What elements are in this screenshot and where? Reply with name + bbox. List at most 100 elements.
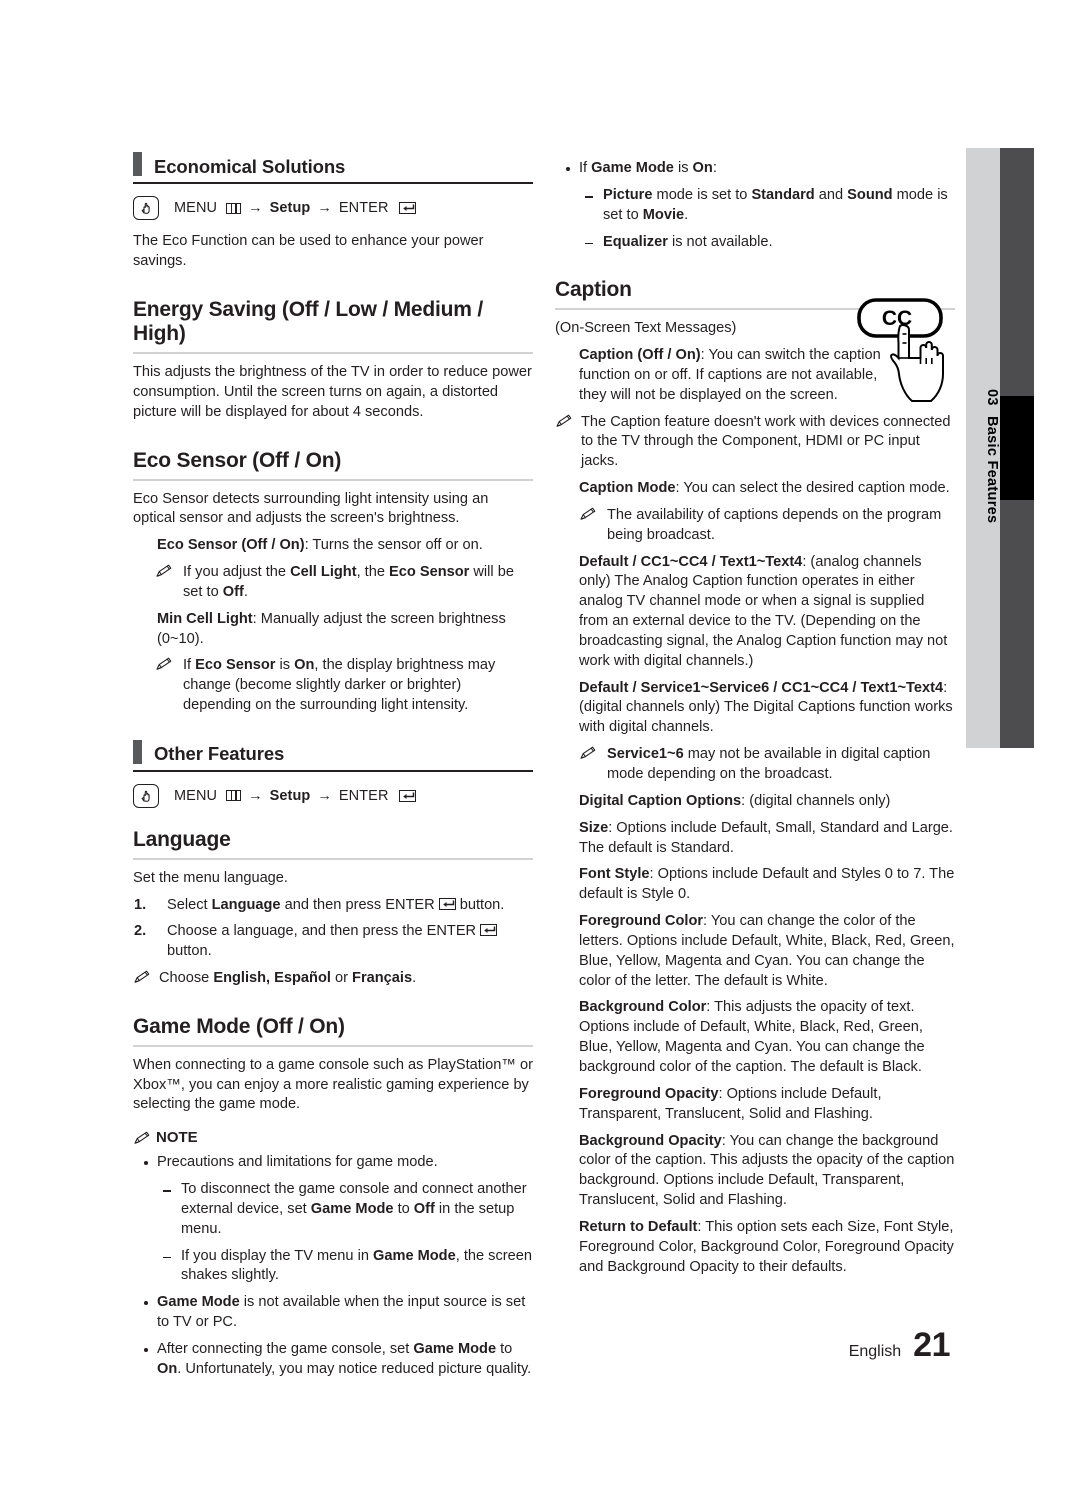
page-footer: English 21 [700,1326,951,1365]
step-number: 1. [134,896,147,913]
caption-item: Background Color: This adjusts the opaci… [579,999,925,1075]
eco-sensor-item: If you adjust the Cell Light, the Eco Se… [133,563,533,603]
game-mode-list: Precautions and limitations for game mod… [133,1153,533,1379]
game-mode-cont-item: Picture mode is set to Standard and Soun… [555,186,955,226]
round-bullet [144,1347,148,1352]
enter-return-icon [438,897,456,910]
caption-item: Caption (Off / On): You can switch the c… [579,346,881,403]
band-title: Economical Solutions [154,155,346,177]
left-column: Economical Solutions MENU → Setup → ENTE… [133,152,533,1380]
caption-list: Caption (Off / On): You can switch the c… [555,346,955,1277]
language-step-item: 2. Choose a language, and then press the … [133,922,533,962]
language-note: Choose English, Español or Français. [133,969,533,989]
game-mode-item: If you display the TV menu in Game Mode,… [133,1247,533,1287]
caption-item: Background Opacity: You can change the b… [579,1132,955,1209]
menu-label: MENU [174,200,218,216]
eco-sensor-item: If Eco Sensor is On, the display brightn… [133,656,533,716]
note-pencil-icon [579,507,597,521]
section-band-economical-solutions: Economical Solutions [133,152,533,176]
eco-sensor-item: Eco Sensor (Off / On): Turns the sensor … [157,537,483,554]
eco-function-intro: The Eco Function can be used to enhance … [133,233,484,269]
round-bullet [144,1161,148,1166]
caption-item: Caption Mode: You can select the desired… [579,480,950,497]
game-mode-cont-item: If Game Mode is On: [555,159,955,179]
note-pencil-icon [579,746,597,760]
note-pencil-icon [155,657,173,671]
energy-saving-body: This adjusts the brightness of the TV in… [133,364,532,420]
footer-page-number: 21 [913,1326,950,1364]
menu-path-setup-1: MENU → Setup → ENTER [133,196,533,220]
note-label: NOTE [156,1129,198,1147]
step-number: 2. [134,923,147,940]
caption-item: Font Style: Options include Default and … [579,866,955,903]
caption-item: Default / Service1~Service6 / CC1~CC4 / … [579,679,953,736]
note-pencil-icon [555,414,573,428]
game-mode-continued-list: If Game Mode is On: Picture mode is set t… [555,159,955,252]
section-band-other-features: Other Features [133,739,533,765]
chapter-tab-marker [1000,396,1034,500]
game-mode-body: When connecting to a game console such a… [133,1056,533,1113]
setup-label: Setup [269,787,311,804]
round-bullet [566,167,570,171]
note-pencil-icon [133,970,151,984]
note-heading: NOTE [133,1129,533,1146]
dash-bullet [585,195,593,198]
dash-bullet [585,242,593,245]
language-intro: Set the menu language. [133,869,288,886]
caption-item: Return to Default: This option sets each… [579,1218,954,1275]
menu-label: MENU [174,787,218,804]
footer-language: English [848,1343,902,1360]
chapter-number: 03 [984,388,1000,406]
enter-label: ENTER [338,200,389,216]
language-steps-list: 1. Select Language and then press ENTER b… [133,896,533,963]
eco-sensor-list: Eco Sensor (Off / On): Turns the sensor … [133,536,533,716]
caption-item: The availability of captions depends on … [555,506,955,546]
heading-language: Language [133,828,533,860]
note-pencil-icon [133,1131,151,1145]
eco-sensor-item: Min Cell Light: Manually adjust the scre… [157,610,506,647]
enter-return-icon [398,202,416,214]
caption-item: Foreground Color: You can change the col… [579,913,955,989]
dash-bullet [163,1190,171,1192]
band-accent-bar [133,739,142,764]
path-arrow-2: → [317,787,332,804]
caption-item: Foreground Opacity: Options include Defa… [579,1085,882,1122]
note-pencil-icon [155,564,173,578]
language-note-item: Choose English, Español or Français. [133,969,533,989]
path-arrow-1: → [248,787,263,804]
game-mode-cont-item: Equalizer is not available. [555,233,955,253]
path-arrow-2: → [317,200,332,216]
caption-item: Service1~6 may not be available in digit… [555,745,955,785]
menu-bars-icon [226,790,242,802]
enter-return-icon [480,924,498,937]
game-mode-item: To disconnect the game console and conne… [133,1180,533,1240]
caption-item: Digital Caption Options: (digital channe… [579,792,891,809]
round-bullet [144,1301,148,1306]
path-arrow-1: → [248,200,263,216]
cc-button-illustration: CC [853,296,963,421]
manual-page: Economical Solutions MENU → Setup → ENTE… [0,0,1080,1494]
menu-path-setup-2: MENU → Setup → ENTER [133,783,533,808]
caption-item: The Caption feature doesn't work with de… [555,413,955,473]
game-mode-item: Game Mode is not available when the inpu… [133,1293,533,1333]
dash-bullet [163,1256,171,1259]
chapter-title: Basic Features [984,415,1000,524]
caption-item: Size: Options include Default, Small, St… [579,819,953,856]
chapter-tab-text: 03 Basic Features [966,148,1000,748]
game-mode-item: After connecting the game console, set G… [133,1340,533,1380]
heading-eco-sensor: Eco Sensor (Off / On) [133,449,533,481]
hand-press-icon [133,783,159,808]
game-mode-item: Precautions and limitations for game mod… [133,1153,533,1173]
band-rule [133,182,533,184]
language-step-item: 1. Select Language and then press ENTER b… [133,896,533,916]
chapter-tab: 03 Basic Features [966,148,1034,748]
setup-label: Setup [269,200,311,216]
enter-return-icon [398,789,416,802]
heading-game-mode: Game Mode (Off / On) [133,1015,533,1047]
enter-label: ENTER [338,787,389,804]
band-title: Other Features [154,743,285,765]
band-accent-bar [133,152,142,176]
caption-item: Default / CC1~CC4 / Text1~Text4: (analog… [579,553,948,669]
hand-press-icon [133,196,159,220]
heading-energy-saving: Energy Saving (Off / Low / Medium / High… [133,298,533,355]
